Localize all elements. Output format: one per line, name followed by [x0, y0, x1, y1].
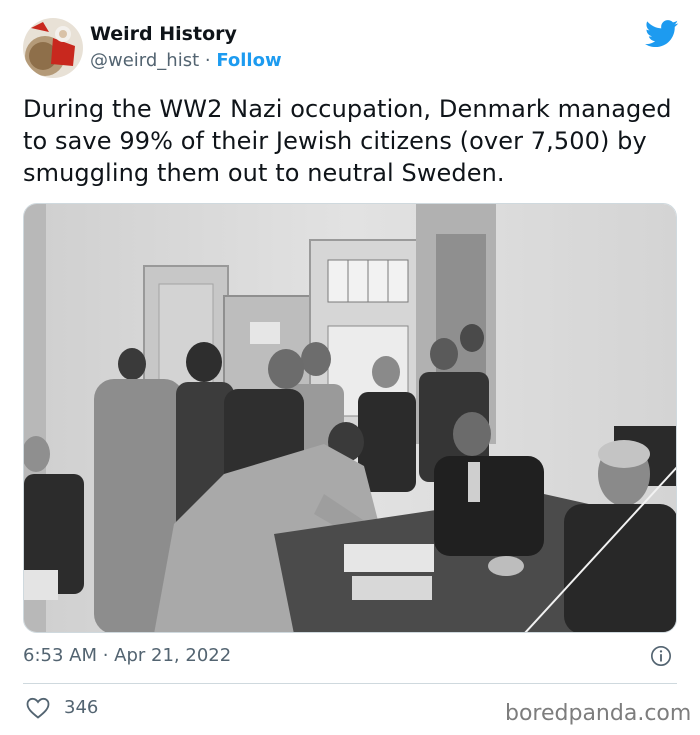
heart-icon[interactable]: [26, 697, 50, 719]
timestamp[interactable]: 6:53 AM · Apr 21, 2022: [23, 645, 231, 666]
display-name[interactable]: Weird History: [90, 23, 237, 45]
tweet-photo[interactable]: [23, 203, 677, 633]
info-icon[interactable]: [650, 645, 672, 667]
tweet-text: During the WW2 Nazi occupation, Denmark …: [23, 95, 672, 187]
handle-row: @weird_hist · Follow: [90, 50, 282, 71]
divider: [23, 683, 677, 684]
avatar[interactable]: [23, 18, 83, 78]
watermark: boredpanda.com: [505, 701, 692, 726]
handle[interactable]: @weird_hist: [90, 50, 199, 71]
follow-button[interactable]: Follow: [216, 50, 281, 71]
twitter-bird-icon[interactable]: [645, 20, 679, 48]
separator: ·: [199, 50, 217, 71]
like-count: 346: [64, 697, 99, 718]
